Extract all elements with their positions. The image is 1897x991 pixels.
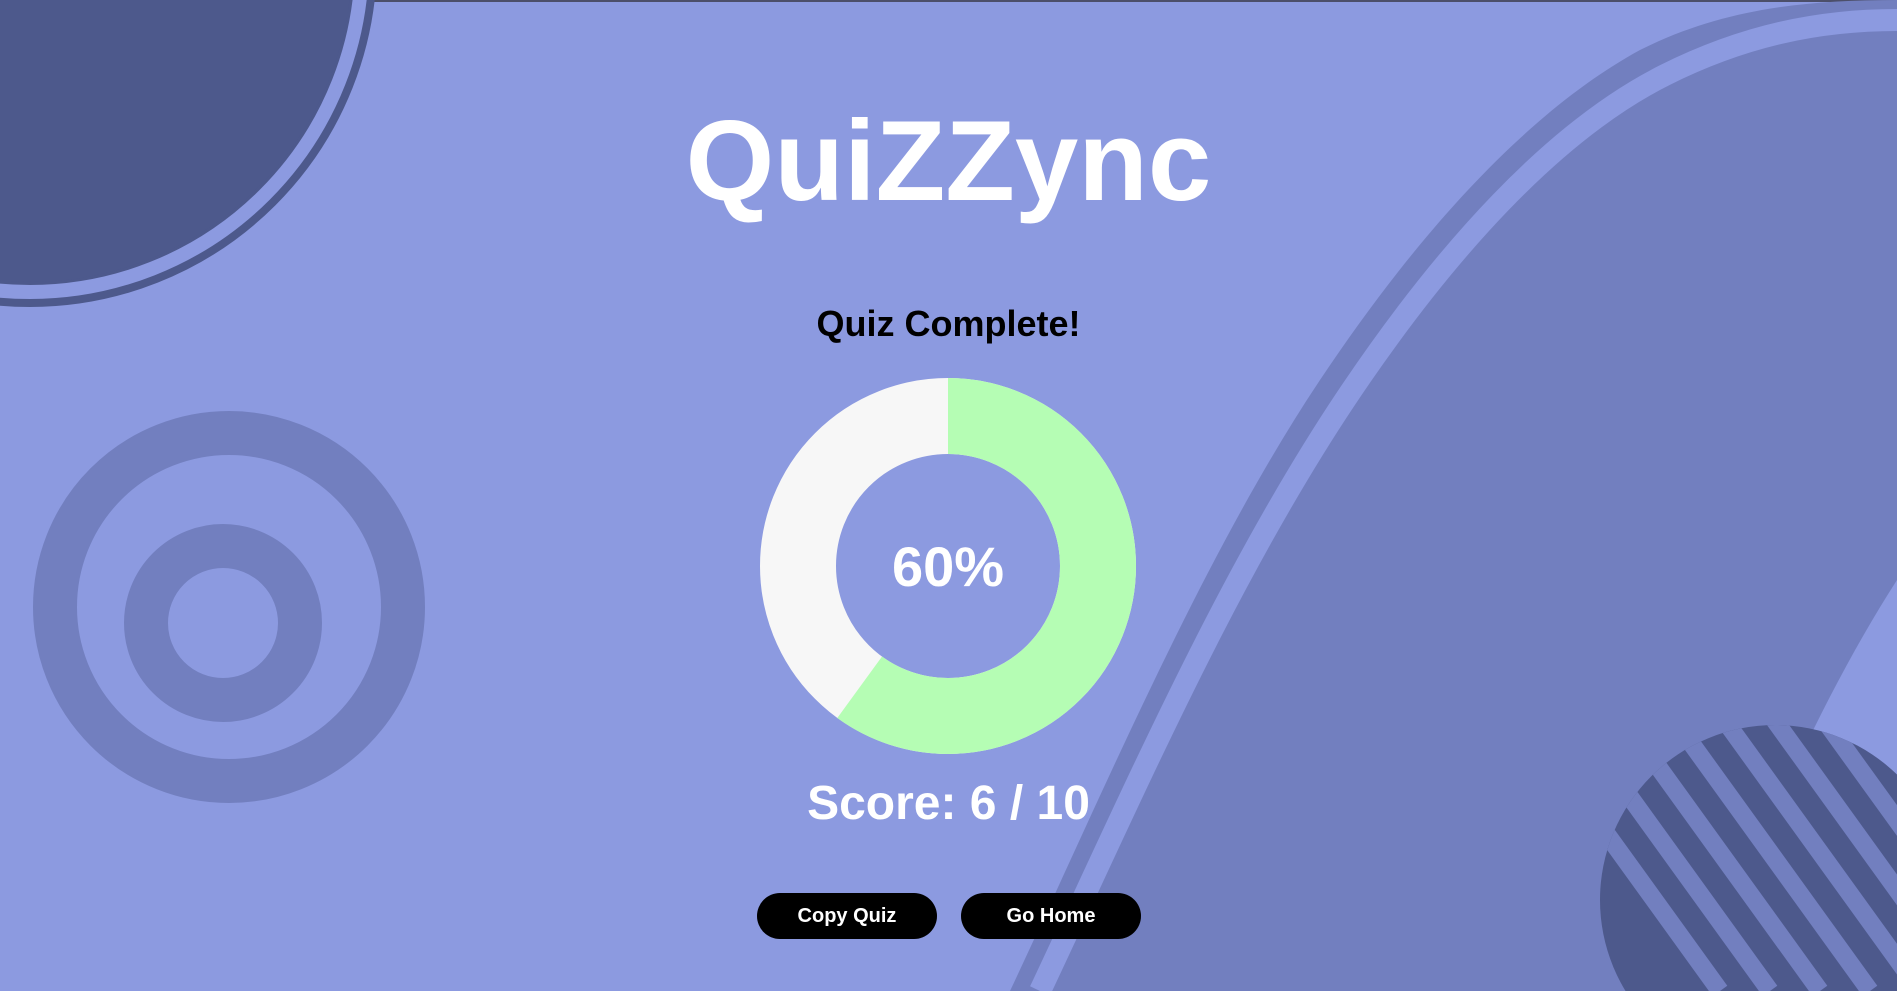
- bg-ring-outer: [33, 411, 425, 803]
- quiz-complete-heading: Quiz Complete!: [816, 303, 1081, 344]
- score-text: Score: 6 / 10: [807, 777, 1090, 830]
- percent-label: 60%: [891, 534, 1005, 598]
- bg-striped-circle: [1600, 725, 1897, 991]
- top-border: [0, 0, 1897, 2]
- bg-ring-inner: [124, 524, 322, 722]
- app-title: QuiZZync: [685, 98, 1212, 225]
- go-home-button[interactable]: Go Home: [961, 893, 1141, 939]
- score-donut-chart: 60%: [760, 378, 1136, 754]
- copy-quiz-button[interactable]: Copy Quiz: [757, 893, 937, 939]
